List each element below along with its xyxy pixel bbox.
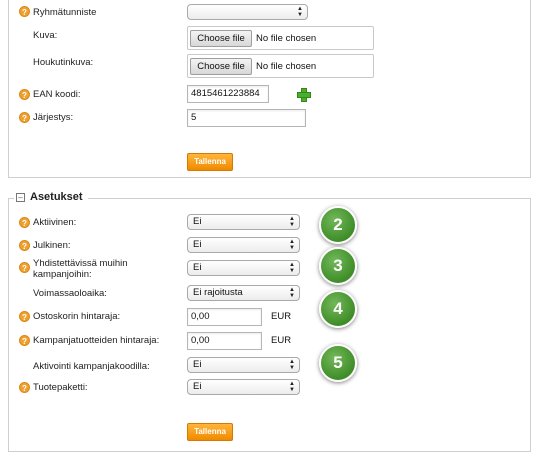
select-arrows-icon: ▲ ▼ — [289, 239, 295, 251]
annotation-badge: 3 — [319, 247, 357, 285]
help-icon[interactable]: ? — [19, 311, 30, 322]
public-label: Julkinen: — [33, 240, 71, 251]
teaser-image-file-status: No file chosen — [256, 61, 317, 72]
product-bundle-value: Ei — [193, 381, 202, 392]
cart-threshold-unit: EUR — [271, 311, 292, 322]
annotation-badge: 5 — [319, 344, 357, 382]
public-select[interactable]: Ei ▲ ▼ — [187, 237, 300, 253]
campaign-threshold-label: Kampanjatuotteiden hintaraja: — [33, 335, 160, 346]
help-icon[interactable]: ? — [19, 89, 30, 100]
teaser-image-choose-file-button[interactable]: Choose file — [190, 58, 252, 75]
image-choose-file-button[interactable]: Choose file — [190, 30, 252, 47]
code-activation-select[interactable]: Ei ▲ ▼ — [187, 357, 300, 373]
settings-title: Asetukset — [30, 191, 83, 203]
image-label: Kuva: — [33, 30, 58, 41]
help-icon[interactable]: ? — [19, 382, 30, 393]
ean-input[interactable]: 4815461223884 — [187, 85, 269, 103]
validity-label: Voimassaoloaika: — [33, 288, 107, 299]
collapse-icon[interactable]: – — [16, 192, 25, 202]
active-value: Ei — [193, 216, 202, 227]
select-arrows-icon: ▲ ▼ — [289, 359, 295, 371]
annotation-badge: 4 — [319, 290, 357, 328]
group-id-select[interactable]: ▲ ▼ — [187, 4, 308, 20]
code-activation-label: Aktivointi kampanjakoodilla: — [33, 361, 150, 372]
code-activation-value: Ei — [193, 359, 202, 370]
active-select[interactable]: Ei ▲ ▼ — [187, 214, 300, 230]
combinable-select[interactable]: Ei ▲ ▼ — [187, 260, 300, 276]
validity-select[interactable]: Ei rajoitusta ▲ ▼ — [187, 285, 300, 301]
settings-legend: – Asetukset — [14, 191, 88, 203]
save-button[interactable]: Tallenna — [187, 153, 233, 171]
combinable-label-line1: Yhdistettävissä muihin — [33, 258, 128, 269]
teaser-image-label: Houkutinkuva: — [33, 57, 94, 68]
order-label: Järjestys: — [33, 112, 74, 123]
image-file-input[interactable]: Choose file No file chosen — [187, 26, 374, 50]
product-bundle-select[interactable]: Ei ▲ ▼ — [187, 379, 300, 395]
select-arrows-icon: ▲ ▼ — [297, 6, 303, 18]
validity-value: Ei rajoitusta — [193, 287, 243, 298]
help-icon[interactable]: ? — [19, 240, 30, 251]
combinable-label-line2: kampanjoihin: — [33, 269, 92, 280]
help-icon[interactable]: ? — [19, 335, 30, 346]
combinable-label: Yhdistettävissä muihin kampanjoihin: — [33, 258, 128, 280]
order-input[interactable]: 5 — [187, 109, 306, 127]
select-arrows-icon: ▲ ▼ — [289, 287, 295, 299]
group-id-label: Ryhmätunniste — [33, 7, 97, 18]
select-arrows-icon: ▲ ▼ — [289, 262, 295, 274]
campaign-threshold-input[interactable]: 0,00 — [187, 332, 262, 350]
public-value: Ei — [193, 239, 202, 250]
annotation-badge: 2 — [319, 206, 357, 244]
cart-threshold-label: Ostoskorin hintaraja: — [33, 311, 121, 322]
image-file-status: No file chosen — [256, 33, 317, 44]
product-bundle-label: Tuotepaketti: — [33, 382, 88, 393]
plus-icon[interactable] — [297, 88, 311, 102]
active-label: Aktiivinen: — [33, 217, 77, 228]
help-icon[interactable]: ? — [19, 262, 30, 273]
help-icon[interactable]: ? — [19, 112, 30, 123]
select-arrows-icon: ▲ ▼ — [289, 381, 295, 393]
settings-save-button[interactable]: Tallenna — [187, 423, 233, 441]
teaser-image-file-input[interactable]: Choose file No file chosen — [187, 54, 374, 78]
help-icon[interactable]: ? — [19, 6, 30, 17]
cart-threshold-input[interactable]: 0,00 — [187, 308, 262, 326]
ean-label: EAN koodi: — [33, 89, 81, 100]
campaign-threshold-unit: EUR — [271, 335, 292, 346]
help-icon[interactable]: ? — [19, 217, 30, 228]
select-arrows-icon: ▲ ▼ — [289, 216, 295, 228]
combinable-value: Ei — [193, 262, 202, 273]
